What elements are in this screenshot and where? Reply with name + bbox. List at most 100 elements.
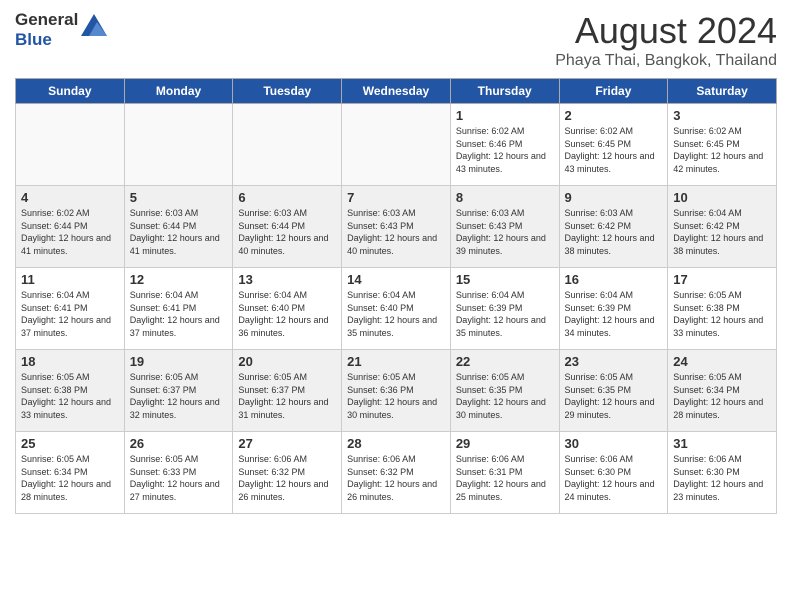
day-number: 21 (347, 354, 446, 369)
logo-blue: Blue (15, 30, 78, 50)
calendar-day-cell: 9 Sunrise: 6:03 AMSunset: 6:42 PMDaylight… (559, 186, 668, 268)
day-number: 30 (565, 436, 664, 451)
day-info: Sunrise: 6:03 AMSunset: 6:42 PMDaylight:… (565, 207, 664, 257)
day-number: 18 (21, 354, 120, 369)
col-thursday: Thursday (450, 79, 559, 104)
day-number: 29 (456, 436, 555, 451)
day-number: 12 (130, 272, 229, 287)
day-info: Sunrise: 6:04 AMSunset: 6:39 PMDaylight:… (456, 289, 555, 339)
day-info: Sunrise: 6:04 AMSunset: 6:40 PMDaylight:… (347, 289, 446, 339)
day-number: 16 (565, 272, 664, 287)
calendar-day-cell (342, 104, 451, 186)
day-info: Sunrise: 6:03 AMSunset: 6:44 PMDaylight:… (238, 207, 337, 257)
day-number: 28 (347, 436, 446, 451)
day-info: Sunrise: 6:05 AMSunset: 6:37 PMDaylight:… (130, 371, 229, 421)
calendar-day-cell: 31Sunrise: 6:06 AMSunset: 6:30 PMDayligh… (668, 432, 777, 514)
calendar-day-cell: 25Sunrise: 6:05 AMSunset: 6:34 PMDayligh… (16, 432, 125, 514)
day-number: 22 (456, 354, 555, 369)
calendar-day-cell: 29 Sunrise: 6:06 AMSunset: 6:31 PMDayligh… (450, 432, 559, 514)
calendar-day-cell (124, 104, 233, 186)
day-number: 10 (673, 190, 772, 205)
day-info: Sunrise: 6:06 AMSunset: 6:31 PMDaylight:… (456, 453, 555, 503)
day-info: Sunrise: 6:03 AMSunset: 6:43 PMDaylight:… (347, 207, 446, 257)
day-number: 19 (130, 354, 229, 369)
day-info: Sunrise: 6:06 AMSunset: 6:30 PMDaylight:… (565, 453, 664, 503)
day-info: Sunrise: 6:04 AMSunset: 6:40 PMDaylight:… (238, 289, 337, 339)
day-info: Sunrise: 6:03 AMSunset: 6:44 PMDaylight:… (130, 207, 229, 257)
day-number: 2 (565, 108, 664, 123)
calendar-week-row: 25Sunrise: 6:05 AMSunset: 6:34 PMDayligh… (16, 432, 777, 514)
calendar-day-cell: 24 Sunrise: 6:05 AMSunset: 6:34 PMDayligh… (668, 350, 777, 432)
day-info: Sunrise: 6:06 AMSunset: 6:30 PMDaylight:… (673, 453, 772, 503)
calendar-week-row: 11 Sunrise: 6:04 AMSunset: 6:41 PMDayligh… (16, 268, 777, 350)
calendar-day-cell (16, 104, 125, 186)
calendar-day-cell: 2 Sunrise: 6:02 AMSunset: 6:45 PMDaylight… (559, 104, 668, 186)
calendar-day-cell: 12Sunrise: 6:04 AMSunset: 6:41 PMDayligh… (124, 268, 233, 350)
col-sunday: Sunday (16, 79, 125, 104)
day-info: Sunrise: 6:05 AMSunset: 6:35 PMDaylight:… (565, 371, 664, 421)
day-info: Sunrise: 6:02 AMSunset: 6:45 PMDaylight:… (565, 125, 664, 175)
calendar-day-cell: 16 Sunrise: 6:04 AMSunset: 6:39 PMDayligh… (559, 268, 668, 350)
calendar-day-cell: 28Sunrise: 6:06 AMSunset: 6:32 PMDayligh… (342, 432, 451, 514)
day-info: Sunrise: 6:04 AMSunset: 6:41 PMDaylight:… (21, 289, 120, 339)
day-info: Sunrise: 6:05 AMSunset: 6:38 PMDaylight:… (21, 371, 120, 421)
calendar-day-cell: 21 Sunrise: 6:05 AMSunset: 6:36 PMDayligh… (342, 350, 451, 432)
day-info: Sunrise: 6:05 AMSunset: 6:33 PMDaylight:… (130, 453, 229, 503)
day-number: 27 (238, 436, 337, 451)
calendar-table: Sunday Monday Tuesday Wednesday Thursday… (15, 78, 777, 514)
day-info: Sunrise: 6:06 AMSunset: 6:32 PMDaylight:… (238, 453, 337, 503)
calendar-day-cell: 15Sunrise: 6:04 AMSunset: 6:39 PMDayligh… (450, 268, 559, 350)
day-number: 1 (456, 108, 555, 123)
day-info: Sunrise: 6:04 AMSunset: 6:39 PMDaylight:… (565, 289, 664, 339)
page-header: General Blue August 2024 Phaya Thai, Ban… (15, 10, 777, 70)
logo: General Blue (15, 10, 107, 49)
logo-general: General (15, 10, 78, 30)
calendar-day-cell: 18 Sunrise: 6:05 AMSunset: 6:38 PMDayligh… (16, 350, 125, 432)
calendar-day-cell: 23Sunrise: 6:05 AMSunset: 6:35 PMDayligh… (559, 350, 668, 432)
day-info: Sunrise: 6:02 AMSunset: 6:46 PMDaylight:… (456, 125, 555, 175)
calendar-day-cell: 3 Sunrise: 6:02 AMSunset: 6:45 PMDaylight… (668, 104, 777, 186)
day-info: Sunrise: 6:04 AMSunset: 6:42 PMDaylight:… (673, 207, 772, 257)
calendar-day-cell: 10 Sunrise: 6:04 AMSunset: 6:42 PMDayligh… (668, 186, 777, 268)
day-number: 6 (238, 190, 337, 205)
calendar-day-cell: 14 Sunrise: 6:04 AMSunset: 6:40 PMDayligh… (342, 268, 451, 350)
month-year-title: August 2024 (555, 10, 777, 52)
calendar-day-cell: 11 Sunrise: 6:04 AMSunset: 6:41 PMDayligh… (16, 268, 125, 350)
col-saturday: Saturday (668, 79, 777, 104)
location-subtitle: Phaya Thai, Bangkok, Thailand (555, 52, 777, 70)
day-number: 20 (238, 354, 337, 369)
day-info: Sunrise: 6:02 AMSunset: 6:44 PMDaylight:… (21, 207, 120, 257)
day-number: 9 (565, 190, 664, 205)
calendar-day-cell: 4Sunrise: 6:02 AMSunset: 6:44 PMDaylight… (16, 186, 125, 268)
day-info: Sunrise: 6:05 AMSunset: 6:34 PMDaylight:… (21, 453, 120, 503)
calendar-week-row: 4Sunrise: 6:02 AMSunset: 6:44 PMDaylight… (16, 186, 777, 268)
day-number: 26 (130, 436, 229, 451)
day-number: 17 (673, 272, 772, 287)
day-number: 14 (347, 272, 446, 287)
logo-icon (81, 14, 107, 41)
day-info: Sunrise: 6:05 AMSunset: 6:35 PMDaylight:… (456, 371, 555, 421)
calendar-body: 1 Sunrise: 6:02 AMSunset: 6:46 PMDaylight… (16, 104, 777, 514)
calendar-day-cell: 20 Sunrise: 6:05 AMSunset: 6:37 PMDayligh… (233, 350, 342, 432)
day-info: Sunrise: 6:05 AMSunset: 6:34 PMDaylight:… (673, 371, 772, 421)
title-block: August 2024 Phaya Thai, Bangkok, Thailan… (555, 10, 777, 70)
calendar-header-row: Sunday Monday Tuesday Wednesday Thursday… (16, 79, 777, 104)
day-info: Sunrise: 6:05 AMSunset: 6:36 PMDaylight:… (347, 371, 446, 421)
calendar-day-cell: 22 Sunrise: 6:05 AMSunset: 6:35 PMDayligh… (450, 350, 559, 432)
day-number: 24 (673, 354, 772, 369)
day-info: Sunrise: 6:02 AMSunset: 6:45 PMDaylight:… (673, 125, 772, 175)
day-number: 11 (21, 272, 120, 287)
calendar-week-row: 18 Sunrise: 6:05 AMSunset: 6:38 PMDayligh… (16, 350, 777, 432)
calendar-day-cell: 17Sunrise: 6:05 AMSunset: 6:38 PMDayligh… (668, 268, 777, 350)
day-info: Sunrise: 6:05 AMSunset: 6:37 PMDaylight:… (238, 371, 337, 421)
day-number: 3 (673, 108, 772, 123)
calendar-day-cell: 5Sunrise: 6:03 AMSunset: 6:44 PMDaylight… (124, 186, 233, 268)
col-friday: Friday (559, 79, 668, 104)
calendar-day-cell: 13Sunrise: 6:04 AMSunset: 6:40 PMDayligh… (233, 268, 342, 350)
calendar-day-cell: 30 Sunrise: 6:06 AMSunset: 6:30 PMDayligh… (559, 432, 668, 514)
calendar-day-cell: 6 Sunrise: 6:03 AMSunset: 6:44 PMDaylight… (233, 186, 342, 268)
calendar-week-row: 1 Sunrise: 6:02 AMSunset: 6:46 PMDaylight… (16, 104, 777, 186)
col-monday: Monday (124, 79, 233, 104)
col-wednesday: Wednesday (342, 79, 451, 104)
calendar-day-cell: 8Sunrise: 6:03 AMSunset: 6:43 PMDaylight… (450, 186, 559, 268)
